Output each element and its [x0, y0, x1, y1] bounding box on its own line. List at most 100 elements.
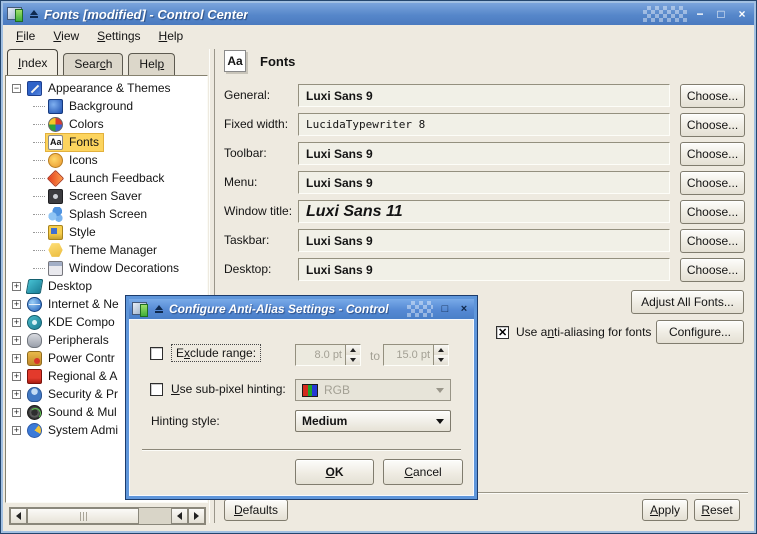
expand-icon[interactable]: +	[12, 408, 21, 417]
antialias-checkbox[interactable]	[496, 326, 509, 339]
antialias-dialog: Configure Anti-Alias Settings - Control …	[125, 295, 478, 500]
spin-down-icon	[346, 355, 360, 365]
tree-item-appearance-themes[interactable]: − Appearance & Themes	[6, 79, 207, 97]
tree-item[interactable]: Splash Screen	[6, 205, 207, 223]
tree-item[interactable]: Colors	[6, 115, 207, 133]
control-center-window: Fonts [modified] - Control Center − □ × …	[0, 0, 757, 534]
font-preview-field: Luxi Sans 9	[298, 84, 670, 107]
system-admin-icon	[27, 423, 42, 438]
font-preview-field: Luxi Sans 9	[298, 229, 670, 252]
font-preview-field: Luxi Sans 9	[298, 258, 670, 281]
titlebar[interactable]: Fonts [modified] - Control Center − □ ×	[3, 3, 754, 25]
titlebar-pattern	[643, 6, 687, 22]
colors-icon	[48, 117, 63, 132]
cancel-button[interactable]: Cancel	[383, 459, 463, 485]
ok-button[interactable]: OK	[295, 459, 374, 485]
subpixel-checkbox[interactable]	[150, 383, 163, 396]
launch-feedback-icon	[47, 169, 64, 186]
tree-item[interactable]: Screen Saver	[6, 187, 207, 205]
tree-item[interactable]: Icons	[6, 151, 207, 169]
choose-button[interactable]: Choose...	[680, 171, 745, 195]
arrow-right-icon	[194, 512, 199, 520]
kde-components-icon	[27, 315, 42, 330]
screen-saver-icon	[48, 189, 63, 204]
spin-up-icon	[434, 345, 448, 355]
adjust-all-fonts-button[interactable]: Adjust All Fonts...	[631, 290, 744, 314]
security-icon	[27, 387, 42, 402]
tree-item[interactable]: + Desktop	[6, 277, 207, 295]
to-label: to	[370, 349, 380, 363]
choose-button[interactable]: Choose...	[680, 84, 745, 108]
exclude-range-checkbox[interactable]	[150, 347, 163, 360]
chevron-down-icon	[436, 419, 444, 424]
dialog-body: Exclude range: 8.0 pt to 15.0 pt Use s	[129, 319, 474, 496]
scrollbar-thumb[interactable]	[27, 508, 139, 524]
font-row: General: Luxi Sans 9 Choose...	[216, 84, 750, 108]
choose-button[interactable]: Choose...	[680, 113, 745, 137]
font-row-label: Taskbar:	[224, 233, 269, 247]
expand-icon[interactable]: +	[12, 336, 21, 345]
fonts-icon	[48, 135, 63, 150]
scroll-right-button[interactable]	[188, 508, 205, 524]
choose-button[interactable]: Choose...	[680, 258, 745, 282]
splash-screen-icon	[48, 207, 63, 222]
scrollbar-track[interactable]	[139, 508, 171, 524]
expand-icon[interactable]: +	[12, 354, 21, 363]
menu-view[interactable]: View	[44, 27, 88, 45]
collapse-expander-icon[interactable]: −	[12, 84, 21, 93]
tab-index[interactable]: Index	[7, 49, 58, 75]
tab-help[interactable]: Help	[128, 53, 175, 75]
regional-icon	[27, 369, 42, 384]
configure-button[interactable]: Configure...	[656, 320, 744, 344]
scroll-left-button-2[interactable]	[171, 508, 188, 524]
tree-item[interactable]: Fonts	[6, 133, 207, 151]
close-button[interactable]: ×	[734, 6, 750, 22]
tree-item[interactable]: Background	[6, 97, 207, 115]
font-preview-field: Luxi Sans 9	[298, 171, 670, 194]
hinting-style-combobox[interactable]: Medium	[295, 410, 451, 432]
tree-item[interactable]: Theme Manager	[6, 241, 207, 259]
font-row: Fixed width: LucidaTypewriter 8 Choose..…	[216, 113, 750, 137]
horizontal-scrollbar[interactable]	[9, 507, 206, 525]
choose-button[interactable]: Choose...	[680, 142, 745, 166]
tree-item[interactable]: Window Decorations	[6, 259, 207, 277]
scroll-left-button[interactable]	[10, 508, 27, 524]
hinting-style-label: Hinting style:	[151, 414, 220, 428]
spin-down-icon	[434, 355, 448, 365]
expand-icon[interactable]: +	[12, 390, 21, 399]
menu-file[interactable]: File	[7, 27, 44, 45]
font-row-label: Menu:	[224, 175, 257, 189]
font-row: Toolbar: Luxi Sans 9 Choose...	[216, 142, 750, 166]
dialog-separator	[142, 449, 461, 451]
desktop-icon	[26, 279, 44, 294]
choose-button[interactable]: Choose...	[680, 200, 745, 224]
dialog-titlebar[interactable]: Configure Anti-Alias Settings - Control …	[129, 299, 474, 319]
menu-settings[interactable]: Settings	[88, 27, 149, 45]
dialog-title: Configure Anti-Alias Settings - Control	[169, 302, 389, 316]
choose-button[interactable]: Choose...	[680, 229, 745, 253]
defaults-button[interactable]: Defaults	[224, 499, 288, 521]
tree-item[interactable]: Launch Feedback	[6, 169, 207, 187]
window-menu-icon[interactable]	[154, 305, 164, 314]
subpixel-combobox: RGB	[295, 379, 451, 401]
maximize-button[interactable]: □	[713, 6, 729, 22]
font-row-label: Window title:	[224, 204, 292, 218]
menu-help[interactable]: Help	[150, 27, 193, 45]
expand-icon[interactable]: +	[12, 282, 21, 291]
page-title: Fonts	[260, 54, 295, 69]
window-menu-icon[interactable]	[29, 10, 39, 19]
expand-icon[interactable]: +	[12, 372, 21, 381]
tree-item[interactable]: Style	[6, 223, 207, 241]
arrow-left-icon	[177, 512, 182, 520]
expand-icon[interactable]: +	[12, 300, 21, 309]
dialog-maximize-button[interactable]: □	[438, 302, 452, 316]
tab-search[interactable]: Search	[63, 53, 123, 75]
chevron-down-icon	[436, 388, 444, 393]
apply-button[interactable]: Apply	[642, 499, 688, 521]
titlebar-pattern	[407, 301, 433, 317]
minimize-button[interactable]: −	[692, 6, 708, 22]
reset-button[interactable]: Reset	[694, 499, 740, 521]
expand-icon[interactable]: +	[12, 318, 21, 327]
dialog-close-button[interactable]: ×	[457, 302, 471, 316]
expand-icon[interactable]: +	[12, 426, 21, 435]
